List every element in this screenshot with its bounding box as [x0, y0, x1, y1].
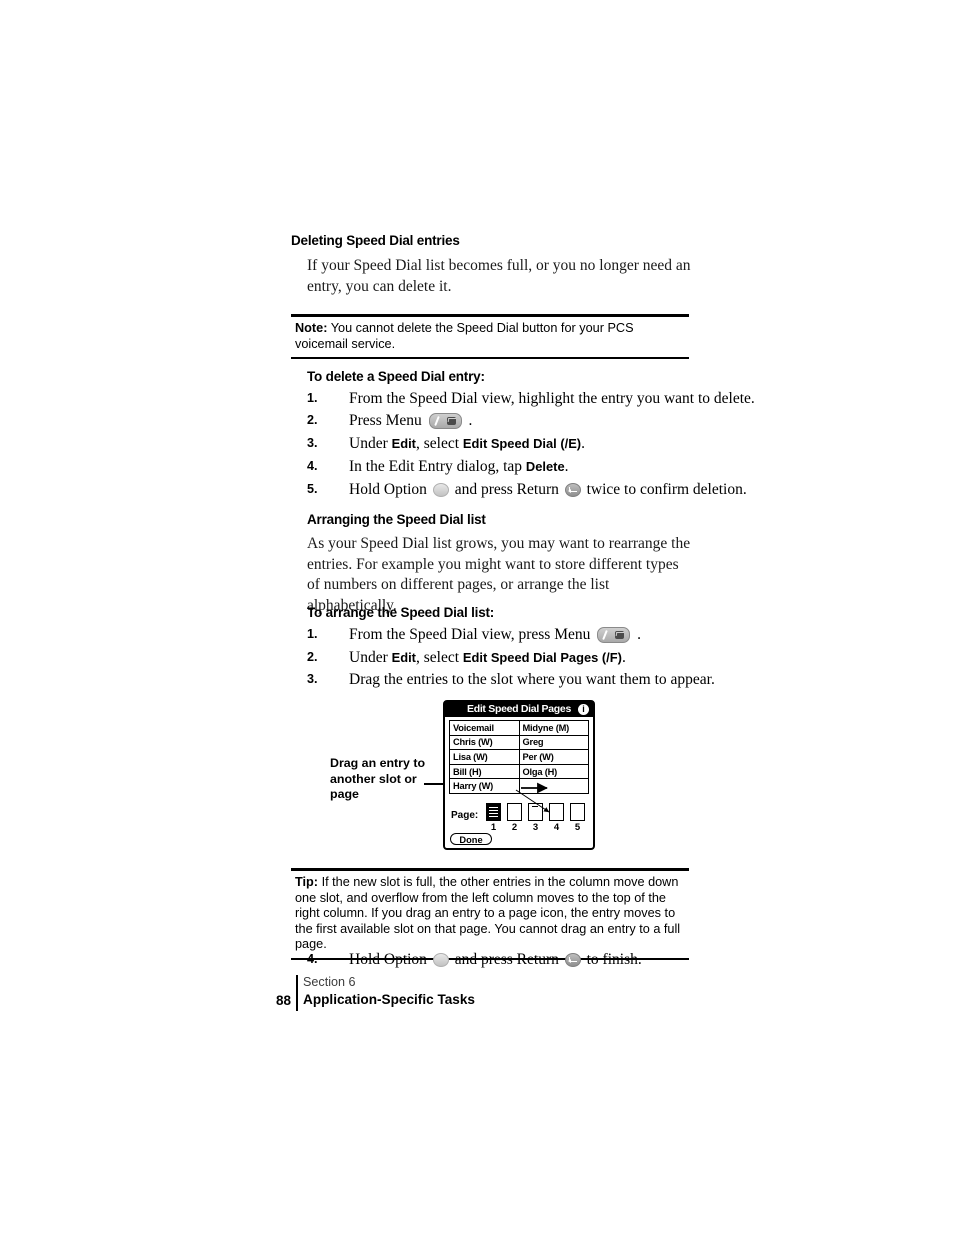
step-text-pre: Under	[349, 435, 392, 452]
footer-title: Application-Specific Tasks	[303, 992, 475, 1007]
step-text: From the Speed Dial view, press Menu .	[349, 625, 709, 645]
heading-to-delete-speed-dial-entry: To delete a Speed Dial entry:	[307, 369, 485, 384]
step-number: 3.	[307, 436, 318, 450]
step-number: 1.	[307, 627, 318, 641]
step-text-mid: , select	[415, 435, 463, 452]
step-text: Under Edit, select Edit Speed Dial (/E).	[349, 434, 709, 454]
step-number: 4.	[307, 952, 318, 966]
heading-to-arrange-speed-dial-list: To arrange the Speed Dial list:	[307, 605, 495, 620]
step-emphasis-edit: Edit	[391, 436, 416, 451]
paragraph-deleting-speed-dial: If your Speed Dial list becomes full, or…	[307, 257, 691, 295]
step-text-pre: From the Speed Dial view, highlight the …	[349, 390, 755, 407]
step-text: Press Menu .	[349, 411, 709, 431]
menu-key-icon	[597, 627, 631, 643]
option-key-icon	[432, 483, 449, 497]
paragraph-arranging-speed-dial: As your Speed Dial list grows, you may w…	[307, 535, 691, 614]
heading-deleting-speed-dial-entries: Deleting Speed Dial entries	[291, 233, 460, 248]
step-text-post: .	[564, 458, 569, 475]
footer-section: Section 6	[303, 975, 356, 989]
heading-arranging-speed-dial-list: Arranging the Speed Dial list	[307, 512, 486, 527]
tip-box: Tip: If the new slot is full, the other …	[291, 868, 689, 960]
note-label: Note:	[295, 321, 328, 335]
step-text-pre: From the Speed Dial view, press Menu	[349, 626, 595, 643]
step-text: Hold Option and press Return twice to co…	[349, 480, 747, 500]
note-bottom-rule	[291, 357, 689, 360]
return-key-icon	[564, 953, 581, 967]
step-text-pre: Press Menu	[349, 412, 426, 429]
step-number: 4.	[307, 459, 318, 473]
step-number: 5.	[307, 482, 318, 496]
footer-divider	[296, 975, 298, 1011]
note-text: Note: You cannot delete the Speed Dial b…	[291, 317, 689, 357]
step-emphasis-edit: Edit	[391, 650, 416, 665]
figure-caption: Drag an entry to another slot or page	[330, 756, 426, 801]
note-box: Note: You cannot delete the Speed Dial b…	[291, 314, 689, 360]
return-key-icon	[564, 483, 581, 497]
step-text: Under Edit, select Edit Speed Dial Pages…	[349, 648, 709, 668]
step-text-pre: Hold Option	[349, 951, 431, 968]
step-number: 1.	[307, 391, 318, 405]
step-text-mid: , select	[415, 649, 463, 666]
step-text: Hold Option and press Return to finish.	[349, 950, 709, 970]
step-number: 2.	[307, 413, 318, 427]
step-text-post: .	[581, 435, 585, 452]
page-footer: 88 Section 6 Application-Specific Tasks	[265, 975, 685, 1011]
step-number: 3.	[307, 672, 318, 686]
page-number: 88	[275, 993, 291, 1008]
step-emphasis-delete: Delete	[525, 459, 565, 474]
step-text-post: to finish.	[582, 951, 642, 968]
step-text-post: .	[621, 649, 626, 666]
arrow-diagonal-to-page-4	[515, 789, 550, 813]
speed-dial-pages-screenshot: Edit Speed Dial Pages i Voicemail Midyne…	[443, 700, 595, 850]
step-text-post: .	[633, 626, 641, 643]
note-body: You cannot delete the Speed Dial button …	[295, 321, 634, 351]
step-text-mid: and press Return	[450, 951, 563, 968]
manual-page: Deleting Speed Dial entries If your Spee…	[0, 0, 954, 1235]
step-emphasis-command: Edit Speed Dial Pages (/F)	[462, 650, 622, 665]
step-text-mid: and press Return	[450, 481, 563, 498]
step-text: From the Speed Dial view, highlight the …	[349, 389, 755, 409]
step-text-pre: Drag the entries to the slot where you w…	[349, 671, 715, 688]
step-emphasis-command: Edit Speed Dial (/E)	[462, 436, 582, 451]
step-text: Drag the entries to the slot where you w…	[349, 670, 715, 690]
option-key-icon	[432, 953, 449, 967]
tip-label: Tip:	[295, 875, 319, 889]
step-text-pre: Under	[349, 649, 392, 666]
step-text-pre: In the Edit Entry dialog, tap	[349, 458, 526, 475]
step-text: In the Edit Entry dialog, tap Delete.	[349, 457, 709, 477]
step-text-pre: Hold Option	[349, 481, 431, 498]
drag-arrows	[515, 782, 550, 813]
step-text-post: .	[464, 412, 473, 429]
tip-text: Tip: If the new slot is full, the other …	[291, 871, 689, 958]
menu-key-icon	[428, 413, 462, 429]
tip-body: If the new slot is full, the other entri…	[295, 875, 681, 952]
step-number: 2.	[307, 650, 318, 664]
step-text-post: twice to confirm deletion.	[582, 481, 747, 498]
